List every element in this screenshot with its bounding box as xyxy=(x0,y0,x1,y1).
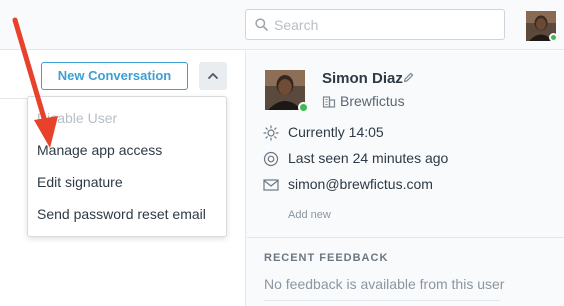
divider xyxy=(264,300,500,301)
menu-item-send-password-reset[interactable]: Send password reset email xyxy=(37,202,222,226)
divider xyxy=(247,237,564,238)
search-box[interactable] xyxy=(245,9,505,40)
no-feedback-text: No feedback is available from this user xyxy=(264,276,505,292)
recent-feedback-heading: RECENT FEEDBACK xyxy=(264,252,389,264)
chevron-up-icon xyxy=(208,73,218,79)
search-icon xyxy=(255,18,268,31)
last-seen-text: Last seen 24 minutes ago xyxy=(288,150,449,166)
menu-item-disable-user: Disable User xyxy=(37,110,118,126)
top-bar xyxy=(0,0,564,50)
add-new-link[interactable]: Add new xyxy=(288,209,331,221)
search-input[interactable] xyxy=(274,10,499,39)
new-conversation-button[interactable]: New Conversation xyxy=(41,62,188,90)
online-status-dot xyxy=(298,102,309,113)
profile-name: Simon Diaz xyxy=(322,70,403,87)
pencil-icon[interactable] xyxy=(403,72,414,83)
eye-icon xyxy=(263,151,279,167)
local-time-text: Currently 14:05 xyxy=(288,124,384,140)
menu-item-manage-app-access[interactable]: Manage app access xyxy=(37,138,222,162)
sun-icon xyxy=(263,125,279,141)
profile-company: Brewfictus xyxy=(340,93,405,109)
menu-item-edit-signature[interactable]: Edit signature xyxy=(37,170,222,194)
online-status-dot xyxy=(549,33,558,42)
more-actions-toggle[interactable] xyxy=(199,62,227,90)
email-text[interactable]: simon@brewfictus.com xyxy=(288,176,433,192)
building-icon xyxy=(322,96,336,108)
user-actions-menu: Disable User Manage app access Edit sign… xyxy=(27,96,227,237)
mail-icon xyxy=(263,179,279,191)
